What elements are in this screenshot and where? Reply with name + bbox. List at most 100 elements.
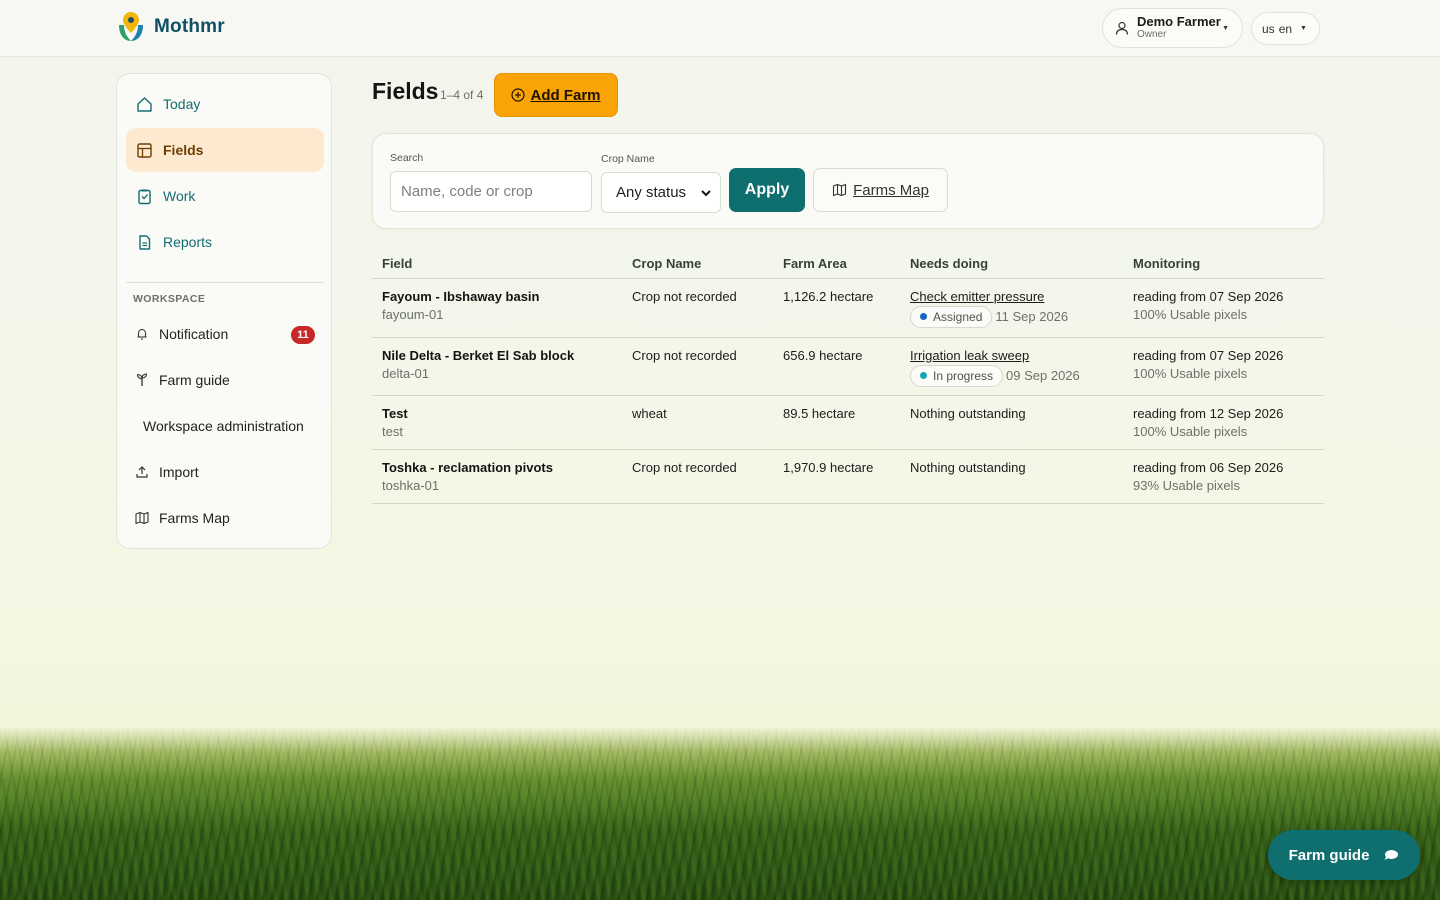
sidebar-item-label: Import: [159, 464, 199, 480]
notification-badge: 11: [291, 326, 315, 344]
user-role: Owner: [1137, 29, 1167, 40]
farm-guide-chat-button[interactable]: Farm guide: [1268, 830, 1420, 880]
sidebar-item-farm-guide[interactable]: Farm guide: [135, 365, 315, 395]
field-name[interactable]: Toshka - reclamation pivots: [382, 460, 612, 475]
usable-pixels: 93% Usable pixels: [1133, 477, 1240, 493]
top-bar: Mothmr Demo Farmer Owner ▼ us en ▼: [0, 0, 1440, 57]
crop-name: Crop not recorded: [622, 449, 773, 504]
sidebar: Today Fields Work Reports WORKSPACE Noti…: [116, 73, 332, 549]
field-code: fayoum-01: [382, 306, 444, 322]
logo-icon: [119, 12, 143, 41]
page-title: Fields: [372, 78, 439, 104]
due-date: 09 Sep 2026: [1006, 368, 1080, 383]
brand[interactable]: Mothmr: [116, 11, 225, 43]
chevron-down-icon: [701, 190, 711, 197]
sidebar-item-import[interactable]: Import: [135, 457, 315, 487]
farm-area: 656.9 hectare: [773, 337, 900, 396]
table-row[interactable]: Toshka - reclamation pivots toshka-01 Cro…: [372, 449, 1324, 504]
farm-area: 89.5 hectare: [773, 395, 900, 450]
nav-reports[interactable]: Reports: [126, 220, 324, 264]
sidebar-item-label: Farms Map: [159, 510, 230, 526]
user-menu[interactable]: Demo Farmer Owner ▼: [1102, 8, 1243, 48]
page-count: 1–4 of 4: [440, 88, 484, 102]
locale-region: us: [1262, 21, 1275, 36]
filter-panel: Search Crop Name Any status Apply Farms …: [372, 133, 1324, 229]
table-row[interactable]: Test test wheat 89.5 hectare Nothing outs…: [372, 395, 1324, 450]
nav-today[interactable]: Today: [126, 82, 324, 126]
fields-table: Field Crop Name Farm Area Needs doing Mo…: [372, 250, 1324, 504]
field-code: test: [382, 423, 403, 439]
farm-area: 1,970.9 hectare: [773, 449, 900, 504]
nothing-outstanding: Nothing outstanding: [900, 449, 1123, 504]
monitoring-reading: reading from 12 Sep 2026: [1133, 405, 1284, 421]
user-icon: [1115, 21, 1129, 35]
farm-area: 1,126.2 hectare: [773, 278, 900, 338]
nothing-outstanding: Nothing outstanding: [900, 395, 1123, 450]
chevron-down-icon: ▼: [1300, 25, 1307, 32]
add-farm-button[interactable]: Add Farm: [494, 73, 618, 117]
sidebar-item-label: Notification: [159, 326, 229, 342]
crop-name: Crop not recorded: [622, 337, 773, 396]
table-row[interactable]: Fayoum - Ibshaway basin fayoum-01 Crop no…: [372, 278, 1324, 338]
sidebar-item-farms-map[interactable]: Farms Map: [135, 503, 315, 533]
home-icon: [137, 96, 152, 112]
column-header[interactable]: Farm Area: [773, 250, 900, 279]
task-link[interactable]: Irrigation leak sweep: [910, 348, 1113, 363]
locale-language: en: [1278, 21, 1293, 36]
status-dot: [920, 372, 927, 379]
field-name[interactable]: Test: [382, 406, 612, 421]
plus-circle-icon: [511, 88, 526, 102]
status-text: In progress: [933, 368, 994, 383]
monitoring-reading: reading from 07 Sep 2026: [1133, 288, 1284, 304]
due-date: 11 Sep 2026: [995, 309, 1069, 324]
table-row[interactable]: Nile Delta - Berket El Sab block delta-01…: [372, 337, 1324, 396]
search-label: Search: [390, 152, 424, 164]
field-name[interactable]: Nile Delta - Berket El Sab block: [382, 348, 612, 363]
chat-label: Farm guide: [1288, 846, 1370, 864]
sidebar-item-label: Workspace administration: [143, 418, 304, 434]
monitoring-reading: reading from 07 Sep 2026: [1133, 347, 1284, 363]
farms-map-button[interactable]: Farms Map: [813, 168, 948, 212]
sidebar-item-label: Farm guide: [159, 372, 230, 388]
add-farm-label: Add Farm: [530, 86, 601, 104]
column-header[interactable]: Crop Name: [622, 250, 773, 279]
bell-icon: [137, 328, 147, 340]
grass-background: [0, 728, 1440, 900]
task-link[interactable]: Check emitter pressure: [910, 289, 1113, 304]
column-header[interactable]: Needs doing: [900, 250, 1123, 279]
sprout-icon: [136, 373, 148, 386]
column-header[interactable]: Field: [372, 250, 622, 279]
upload-icon: [136, 466, 148, 478]
usable-pixels: 100% Usable pixels: [1133, 365, 1248, 381]
search-input[interactable]: [390, 171, 592, 212]
language-selector[interactable]: us en ▼: [1251, 12, 1320, 45]
status-badge: In progress: [910, 364, 1004, 387]
farms-map-label: Farms Map: [853, 181, 929, 199]
brand-name: Mothmr: [154, 16, 225, 37]
apply-button[interactable]: Apply: [729, 168, 805, 212]
nav-label: Fields: [163, 142, 204, 158]
table-header-row: Field Crop Name Farm Area Needs doing Mo…: [372, 250, 1324, 279]
crop-name: wheat: [622, 395, 773, 450]
clipboard-icon: [138, 189, 151, 204]
sidebar-item-workspace-administration[interactable]: Workspace administration: [143, 411, 323, 441]
nav-work[interactable]: Work: [126, 174, 324, 218]
usable-pixels: 100% Usable pixels: [1133, 306, 1248, 322]
chat-bubble-icon: [1384, 850, 1399, 860]
status-select-value: Any status: [616, 184, 687, 201]
status-select[interactable]: Any status: [601, 172, 721, 213]
field-name[interactable]: Fayoum - Ibshaway basin: [382, 289, 612, 304]
map-icon: [833, 183, 847, 197]
status-dot: [920, 313, 927, 320]
nav-fields[interactable]: Fields: [126, 128, 324, 172]
chevron-down-icon: ▼: [1222, 25, 1229, 32]
sidebar-item-notification[interactable]: Notification 11: [135, 319, 315, 349]
nav-label: Reports: [163, 234, 213, 250]
column-header[interactable]: Monitoring: [1123, 250, 1324, 279]
field-code: delta-01: [382, 365, 429, 381]
status-text: Assigned: [933, 309, 983, 324]
status-badge: Assigned: [910, 305, 993, 328]
sidebar-divider: [126, 282, 324, 283]
user-name: Demo Farmer: [1137, 14, 1221, 29]
nav-label: Work: [163, 188, 196, 204]
